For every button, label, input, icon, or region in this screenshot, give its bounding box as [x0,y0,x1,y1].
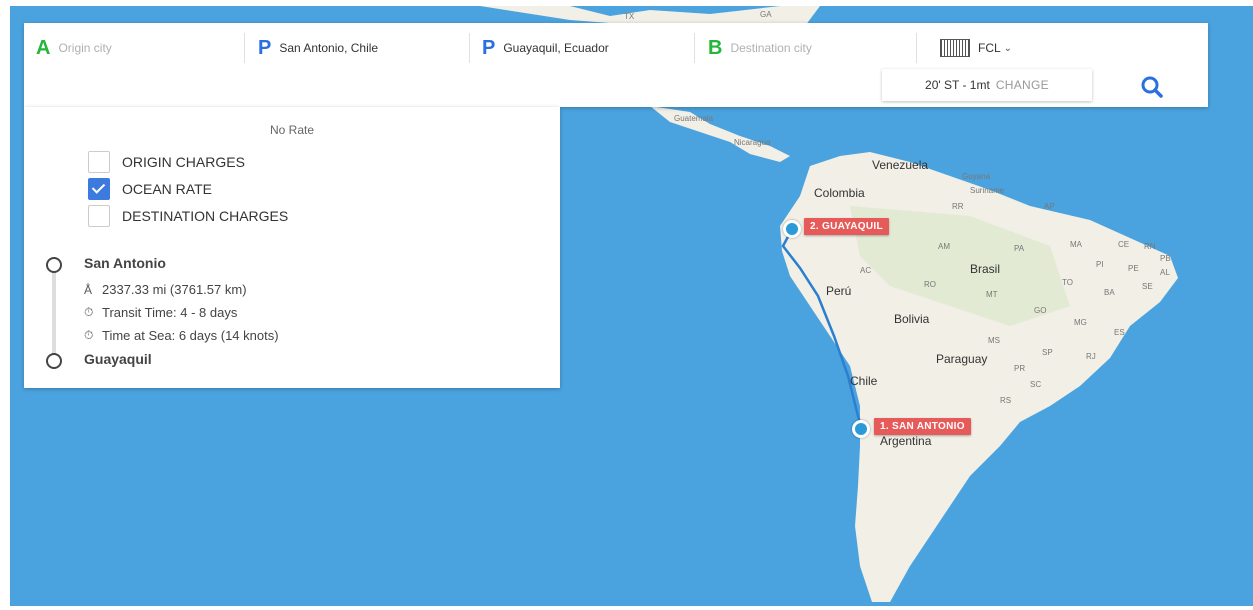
route-search-bar: A Origin city P San Antonio, Chile P Gua… [24,23,1208,107]
container-selector[interactable]: 20' ST - 1mt CHANGE [882,69,1092,101]
destination-charges-label: DESTINATION CHARGES [122,208,289,224]
destination-pin[interactable] [783,220,801,238]
map-label: TO [1062,278,1073,287]
origin-stop-name: San Antonio [84,255,166,271]
distance-value: 2337.33 mi (3761.57 km) [102,282,247,297]
transit-time-value: Transit Time: 4 - 8 days [102,305,238,320]
rate-status: No Rate [269,123,315,137]
destination-city-placeholder: Destination city [730,41,812,55]
map-label: Suriname [970,186,1005,195]
map-label: MT [986,290,998,299]
map-label: BA [1104,288,1115,297]
map-label: ES [1114,328,1125,337]
map-label: PI [1096,260,1104,269]
destination-port-value: Guayaquil, Ecuador [503,41,609,55]
map-label: AC [860,266,872,275]
map-label: SC [1030,380,1042,389]
map-label: Perú [826,284,852,298]
ocean-rate-checkbox[interactable] [88,178,110,200]
ocean-rate-option[interactable]: OCEAN RATE [88,178,212,200]
map-label: AM [938,242,950,251]
destination-marker[interactable]: 2. GUAYAQUIL [804,218,889,235]
map-label: SP [1042,348,1053,357]
map-label: MG [1074,318,1087,327]
divider [244,33,245,63]
map-label: Argentina [880,434,932,448]
map-label: AP [1044,202,1055,211]
map-label: MS [988,336,1000,345]
ocean-rate-label: OCEAN RATE [122,181,212,197]
distance-info: Å 2337.33 mi (3761.57 km) [84,282,247,297]
map-label: RS [1000,396,1012,405]
transit-time-info: ⏱ Transit Time: 4 - 8 days [84,305,237,320]
map-label: Nicaragua [734,138,771,147]
origin-city-field[interactable]: A Origin city [36,33,112,63]
search-icon[interactable] [1138,73,1166,101]
origin-marker[interactable]: 1. SAN ANTONIO [874,418,971,435]
divider [916,33,917,63]
map-label: SE [1142,282,1153,291]
map-label: PE [1128,264,1139,273]
container-value: 20' ST - 1mt [925,78,990,92]
origin-port-value: San Antonio, Chile [279,41,379,55]
map-label: PR [1014,364,1026,373]
map-label: GO [1034,306,1047,315]
origin-stop-icon [46,257,62,273]
map-label: RR [952,202,964,211]
map-label: PA [1014,244,1025,253]
destination-letter-icon: B [708,36,723,59]
origin-letter-icon: A [36,36,51,59]
destination-charges-checkbox[interactable] [88,205,110,227]
load-type-value: FCL [978,41,1001,55]
stopwatch-icon: ⏱ [84,305,94,319]
origin-charges-label: ORIGIN CHARGES [122,154,245,170]
map-label: GA [760,10,772,19]
map-label: Brasil [970,262,1001,276]
destination-stop-icon [46,353,62,369]
map-label: Guyana [962,172,991,181]
map-label: Venezuela [872,158,929,172]
destination-city-field[interactable]: B Destination city [708,33,812,63]
map-label: AL [1160,268,1170,277]
map-label: Guatemala [674,114,714,123]
container-icon [940,39,970,57]
map-label: Bolivia [894,312,930,326]
map-label: RN [1144,242,1156,251]
map-label: Colombia [814,186,865,200]
origin-city-placeholder: Origin city [58,41,112,55]
chevron-down-icon: ⌄ [1003,42,1013,54]
destination-charges-option[interactable]: DESTINATION CHARGES [88,205,288,227]
origin-charges-checkbox[interactable] [88,151,110,173]
divider [694,33,695,63]
sea-time-value: Time at Sea: 6 days (14 knots) [102,328,279,343]
destination-port-field[interactable]: P Guayaquil, Ecuador [482,33,609,63]
map-label: MA [1070,240,1082,249]
map-label: RO [924,280,936,289]
route-timeline [52,267,56,357]
map-label: TX [624,12,635,21]
map-label: Chile [850,374,878,388]
destination-stop-name: Guayaquil [84,351,152,367]
origin-charges-option[interactable]: ORIGIN CHARGES [88,151,245,173]
distance-icon: Å [84,282,93,297]
change-container-link[interactable]: CHANGE [996,78,1049,92]
port-letter-icon: P [258,36,272,59]
route-details-panel: No Rate ORIGIN CHARGES OCEAN RATE DESTIN… [24,107,560,388]
load-type-dropdown[interactable]: FCL ⌄ [940,33,1012,63]
origin-port-field[interactable]: P San Antonio, Chile [258,33,378,63]
origin-pin[interactable] [852,420,870,438]
port-letter-icon: P [482,36,496,59]
sea-time-info: ⏱ Time at Sea: 6 days (14 knots) [84,328,279,343]
map-label: Paraguay [936,352,988,366]
stopwatch-icon: ⏱ [84,328,94,342]
map-label: CE [1118,240,1130,249]
map-label: PB [1160,254,1171,263]
divider [469,33,470,63]
map-label: RJ [1086,352,1096,361]
